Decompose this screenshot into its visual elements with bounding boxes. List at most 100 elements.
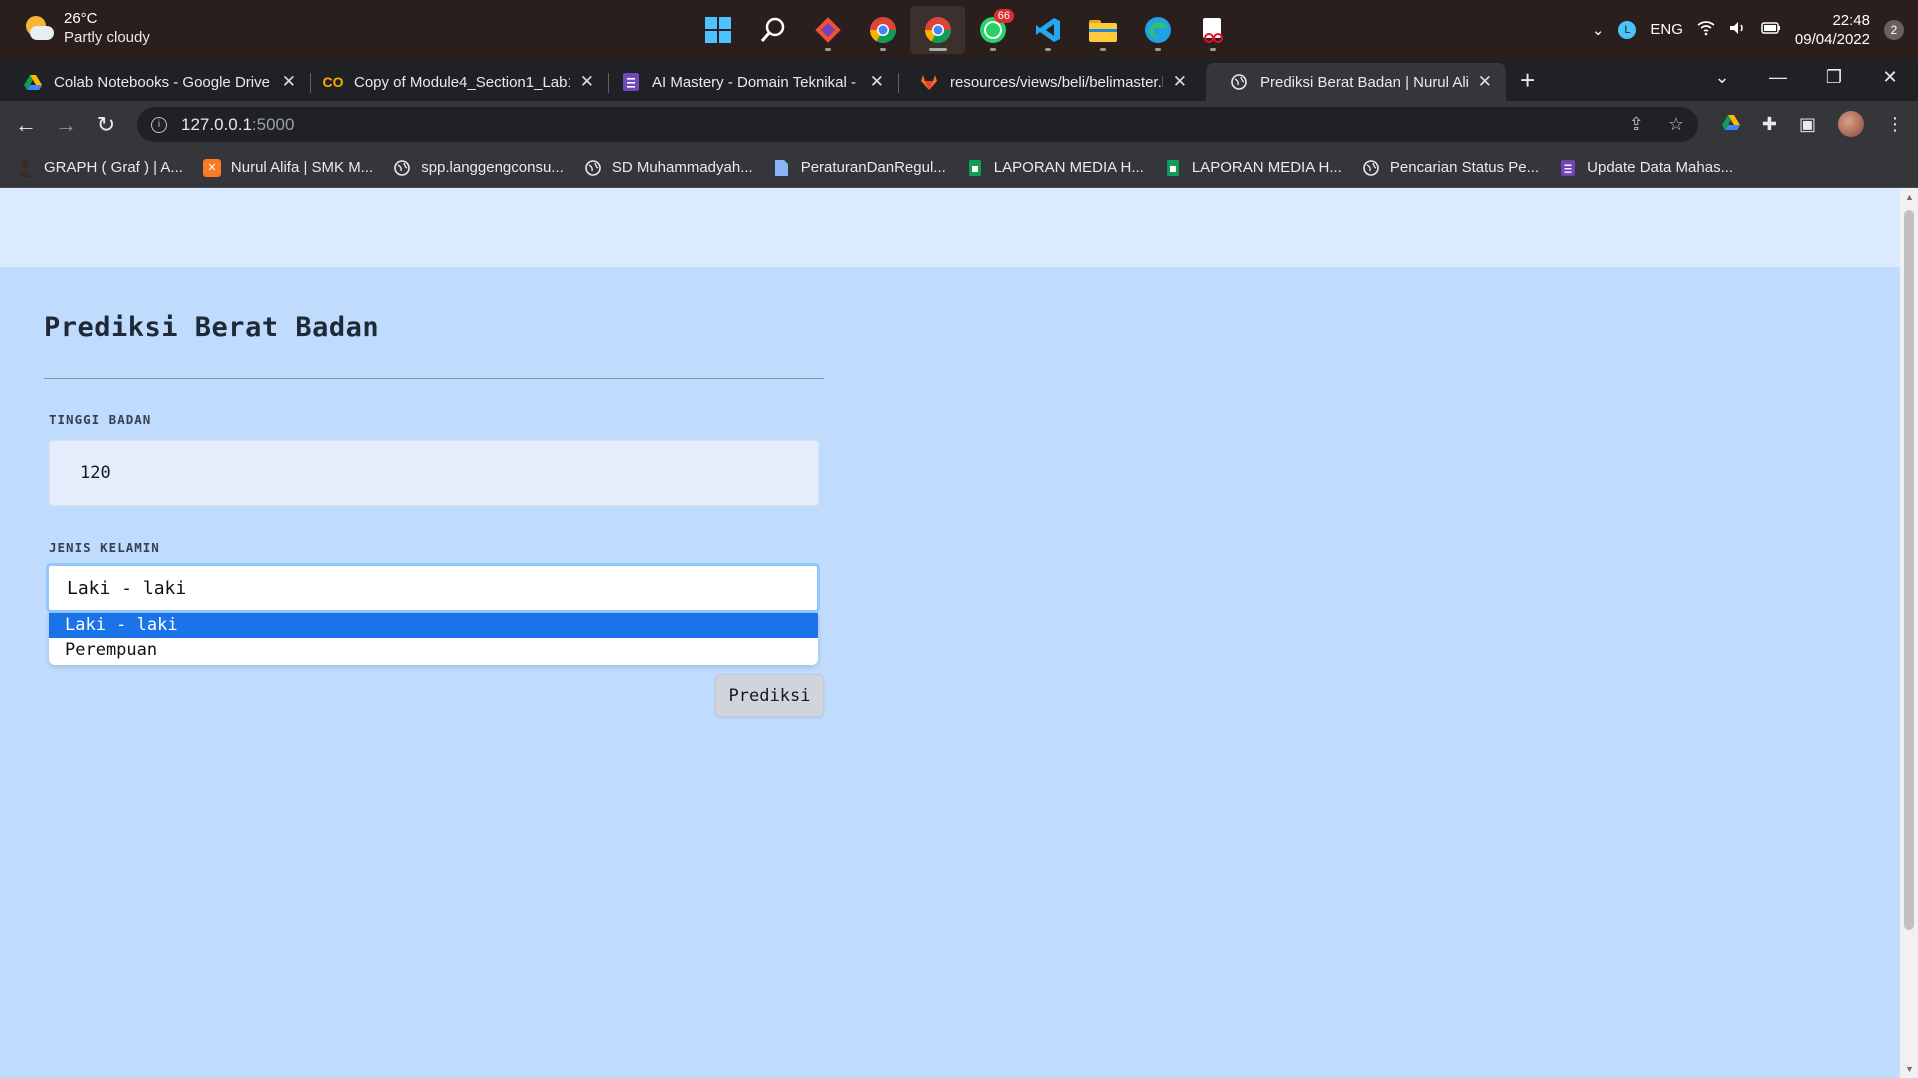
back-arrow-icon[interactable]: ← — [6, 112, 46, 138]
bookmark-label: GRAPH ( Graf ) | A... — [44, 159, 183, 176]
tab-search-icon[interactable]: ⌄ — [1694, 59, 1750, 101]
edge-icon[interactable] — [1130, 6, 1185, 54]
partly-cloudy-icon — [22, 12, 54, 44]
scrollbar[interactable]: ▲ ▼ — [1900, 188, 1918, 1078]
volume-icon[interactable] — [1729, 20, 1747, 40]
chrome-profile-icon[interactable] — [910, 6, 965, 54]
globe-icon — [584, 159, 602, 177]
gender-select[interactable]: Laki - laki — [46, 563, 820, 613]
tab-prediksi-berat-badan[interactable]: Prediksi Berat Badan | Nurul Alifa ✕ — [1206, 63, 1506, 101]
close-icon[interactable]: ✕ — [580, 72, 594, 92]
clock-time: 22:48 — [1832, 11, 1870, 29]
globe-icon — [1362, 159, 1380, 177]
site-info-icon[interactable]: i — [151, 116, 167, 133]
tab-colab-notebooks[interactable]: Colab Notebooks - Google Drive ✕ — [0, 63, 310, 101]
globe-icon — [1230, 73, 1248, 91]
restore-icon[interactable]: ❐ — [1806, 59, 1862, 101]
clock-date: 09/04/2022 — [1794, 30, 1870, 48]
clock[interactable]: 22:48 09/04/2022 — [1795, 11, 1870, 49]
taskbar: 26°C Partly cloudy 66 ⌄ L ENG 22:48 09/0… — [0, 0, 1918, 59]
window-close-icon[interactable]: ✕ — [1862, 59, 1918, 101]
close-icon[interactable]: ✕ — [1478, 72, 1492, 92]
google-drive-icon — [24, 73, 42, 91]
globe-icon — [393, 159, 411, 177]
search-icon[interactable] — [745, 6, 800, 54]
gender-option-perempuan[interactable]: Perempuan — [49, 638, 818, 663]
taskbar-apps: 66 — [690, 6, 1240, 54]
tab-colab-module[interactable]: CO Copy of Module4_Section1_Lab1 ✕ — [300, 63, 608, 101]
puzzle-icon[interactable]: ✚ — [1762, 114, 1777, 135]
close-icon[interactable]: ✕ — [870, 72, 884, 92]
share-icon[interactable]: ⇪ — [1629, 114, 1644, 135]
weather-condition: Partly cloudy — [64, 29, 150, 46]
tab-title: Colab Notebooks - Google Drive — [54, 73, 270, 91]
start-icon[interactable] — [690, 6, 745, 54]
battery-icon[interactable] — [1761, 21, 1781, 39]
close-icon[interactable]: ✕ — [282, 72, 296, 92]
gender-option-laki-laki[interactable]: Laki - laki — [49, 613, 818, 638]
close-icon[interactable]: ✕ — [1173, 72, 1187, 92]
whatsapp-badge: 66 — [993, 9, 1014, 23]
xampp-icon: ✕ — [202, 158, 221, 177]
bookmark-label: Nurul Alifa | SMK M... — [230, 159, 374, 176]
file-explorer-icon[interactable] — [1075, 6, 1130, 54]
sheets-icon — [1164, 159, 1182, 177]
weather-widget[interactable]: 26°C Partly cloudy — [22, 9, 150, 47]
bookmark-nurul-alifa[interactable]: ✕ Nurul Alifa | SMK M... — [202, 158, 374, 177]
whatsapp-icon[interactable]: 66 — [965, 6, 1020, 54]
chevron-up-icon[interactable]: ⌄ — [1592, 21, 1605, 39]
bookmark-pencarian-status[interactable]: Pencarian Status Pe... — [1362, 159, 1539, 177]
address-bar[interactable]: i 127.0.0.1:5000 ⇪ ☆ — [137, 107, 1698, 142]
height-label: TINGGI BADAN — [49, 412, 152, 427]
bookmark-label: Pencarian Status Pe... — [1389, 159, 1540, 176]
google-drive-extension-icon[interactable] — [1721, 114, 1740, 135]
onedrive-icon[interactable]: L — [1618, 20, 1637, 39]
chrome-icon[interactable] — [855, 6, 910, 54]
page-header-band — [0, 188, 1900, 267]
bookmark-star-icon[interactable]: ☆ — [1668, 114, 1684, 135]
snipping-tool-icon[interactable] — [1185, 6, 1240, 54]
extensions-area: ✚ ▣ ⋮ — [1721, 111, 1904, 137]
title-divider — [44, 378, 824, 379]
reload-icon[interactable]: ↻ — [86, 112, 126, 138]
weather-temperature: 26°C — [64, 10, 98, 27]
language-indicator[interactable]: ENG — [1650, 21, 1683, 38]
minimize-icon[interactable]: — — [1750, 59, 1806, 101]
bookmark-peraturan[interactable]: PeraturanDanRegul... — [773, 159, 946, 177]
tab-gitlab-belimaster[interactable]: resources/views/beli/belimaster.b ✕ — [896, 63, 1201, 101]
avatar[interactable] — [1838, 111, 1864, 137]
scroll-up-icon[interactable]: ▲ — [1905, 192, 1914, 202]
bookmark-label: spp.langgengconsu... — [421, 159, 564, 176]
bookmark-sd-muhammadyah[interactable]: SD Muhammadyah... — [584, 159, 753, 177]
window-controls: ⌄ — ❐ ✕ — [1694, 59, 1918, 101]
doc-icon — [773, 159, 791, 177]
bookmark-laporan-media-1[interactable]: LAPORAN MEDIA H... — [966, 159, 1144, 177]
gender-dropdown-list: Laki - laki Perempuan — [49, 613, 818, 665]
vscode-icon[interactable] — [1020, 6, 1075, 54]
page-content: Prediksi Berat Badan TINGGI BADAN 120 JE… — [0, 188, 1900, 1078]
url-host: 127.0.0.1 — [181, 114, 252, 134]
bookmark-label: Update Data Mahas... — [1587, 159, 1734, 176]
sheets-icon — [966, 159, 984, 177]
page-title: Prediksi Berat Badan — [44, 312, 380, 343]
new-tab-button[interactable]: + — [1520, 65, 1535, 96]
tab-ai-mastery[interactable]: AI Mastery - Domain Teknikal - Te ✕ — [598, 63, 898, 101]
forward-arrow-icon[interactable]: → — [46, 112, 86, 138]
bookmark-label: SD Muhammadyah... — [611, 159, 753, 176]
bookmark-update-data[interactable]: Update Data Mahas... — [1559, 159, 1733, 177]
bookmark-label: LAPORAN MEDIA H... — [993, 159, 1144, 176]
notification-badge[interactable]: 2 — [1884, 19, 1904, 40]
bookmark-graph[interactable]: GRAPH ( Graf ) | A... — [16, 159, 183, 177]
kebab-menu-icon[interactable]: ⋮ — [1886, 114, 1904, 135]
wifi-icon[interactable] — [1697, 20, 1715, 40]
scroll-down-icon[interactable]: ▼ — [1905, 1064, 1914, 1074]
bookmark-spp[interactable]: spp.langgengconsu... — [393, 159, 564, 177]
side-panel-icon[interactable]: ▣ — [1799, 114, 1816, 135]
git-icon[interactable] — [800, 6, 855, 54]
bookmark-label: LAPORAN MEDIA H... — [1191, 159, 1342, 176]
navigation-bar: ← → ↻ i 127.0.0.1:5000 ⇪ ☆ ✚ ▣ ⋮ — [0, 101, 1918, 148]
predict-button[interactable]: Prediksi — [715, 674, 824, 717]
height-input[interactable]: 120 — [49, 440, 819, 506]
scrollbar-thumb[interactable] — [1904, 210, 1914, 930]
bookmark-laporan-media-2[interactable]: LAPORAN MEDIA H... — [1164, 159, 1342, 177]
